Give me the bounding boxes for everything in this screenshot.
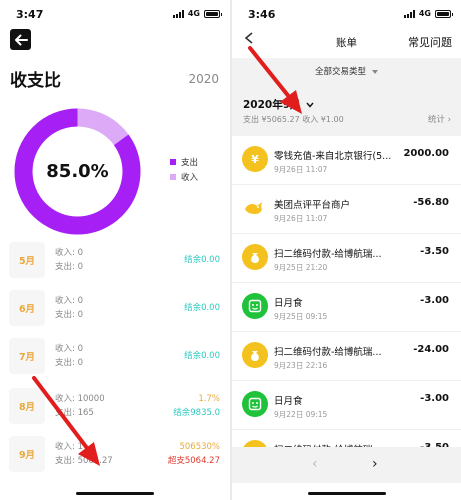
faq-link[interactable]: 常见问题 (408, 34, 452, 50)
status-icons: 4G (403, 9, 453, 18)
transaction-amount: -56.80 (413, 197, 449, 208)
month-expense: 支出: 0 (55, 358, 83, 368)
transaction-row[interactable]: 美团点评平台商户 9月26日 11:07 -56.80 (232, 185, 461, 234)
transaction-date: 9月26日 11:07 (274, 165, 328, 174)
next-page-button[interactable]: › (372, 456, 378, 472)
previous-page-button[interactable]: ‹ (312, 456, 318, 472)
month-balance: 结余0.00 (184, 303, 220, 313)
stats-label: 统计 (427, 115, 445, 125)
signal-icon (172, 9, 184, 18)
status-bar: 3:46 4G (232, 0, 461, 28)
transaction-row[interactable]: 日月食 9月25日 09:15 -3.00 (232, 283, 461, 332)
legend-swatch-expense (170, 158, 176, 165)
home-indicator (76, 492, 154, 495)
arrow-left-icon (14, 34, 28, 45)
bill-screen: 3:46 4G 账单 常见问题 全部交易类型 2020年9月 支出 ¥5065.… (232, 0, 461, 500)
annotation-arrow (32, 376, 100, 466)
month-result: 结余0.00 (184, 294, 220, 322)
month-percentage: 1.7% (198, 394, 220, 404)
year-selector[interactable]: 2020 (188, 72, 219, 86)
transaction-name: 零钱充值-来自北京银行(5... (274, 151, 392, 162)
month-expense: 支出: 0 (55, 310, 83, 320)
wechat-pay-icon (242, 293, 268, 319)
transaction-name: 美团点评平台商户 (274, 200, 351, 211)
transaction-amount: -3.00 (420, 393, 449, 404)
transaction-date: 9月25日 21:20 (274, 263, 328, 272)
month-income: 收入: 0 (55, 296, 83, 306)
month-balance: 结余0.00 (184, 351, 220, 361)
month-totals: 收入: 0 支出: 0 (55, 246, 83, 274)
chart-legend: 支出 收入 (170, 154, 198, 184)
month-totals: 收入: 0 支出: 0 (55, 294, 83, 322)
status-bar: 3:47 4G (0, 0, 230, 28)
stats-link[interactable]: 统计 › (428, 113, 451, 125)
svg-text:¥: ¥ (251, 153, 259, 166)
back-button[interactable] (10, 29, 31, 50)
yen-coin-icon: ¥ (242, 146, 268, 172)
month-expense: 支出: 0 (55, 262, 83, 272)
chevron-right-icon: › (447, 115, 451, 125)
network-label: 4G (418, 9, 431, 18)
transaction-row[interactable]: 日月食 9月22日 09:15 -3.00 (232, 381, 461, 430)
wechat-pay-icon (242, 391, 268, 417)
transaction-row[interactable]: ¥ 零钱充值-来自北京银行(5... 9月26日 11:07 2000.00 (232, 136, 461, 185)
money-bag-icon (242, 244, 268, 270)
legend-item-income: 收入 (170, 169, 198, 184)
status-time: 3:46 (248, 8, 276, 21)
month-result: 1.7% 结余9835.0 (173, 392, 220, 420)
month-row[interactable]: 7月 收入: 0 支出: 0 结余0.00 (9, 336, 221, 376)
month-badge: 5月 (9, 242, 45, 278)
month-badge: 6月 (9, 290, 45, 326)
transaction-amount: -3.00 (420, 295, 449, 306)
transaction-date: 9月25日 09:15 (274, 312, 328, 321)
legend-swatch-income (170, 173, 176, 180)
transaction-date: 9月23日 22:16 (274, 361, 328, 370)
month-balance: 结余9835.0 (173, 408, 220, 418)
status-time: 3:47 (16, 8, 44, 21)
month-balance: 结余0.00 (184, 255, 220, 265)
transaction-date: 9月26日 11:07 (274, 214, 328, 223)
signal-icon (403, 9, 415, 18)
month-income: 收入: 0 (55, 344, 83, 354)
transaction-date: 9月22日 09:15 (274, 410, 328, 419)
status-icons: 4G (172, 9, 222, 18)
network-label: 4G (187, 9, 200, 18)
month-result: 506530% 超支5064.27 (168, 440, 220, 468)
month-income: 收入: 0 (55, 248, 83, 258)
month-badge: 7月 (9, 338, 45, 374)
transaction-amount: -24.00 (413, 344, 449, 355)
transaction-name: 扫二维码付款-给博航瑞... (274, 249, 382, 260)
transaction-row[interactable]: 扫二维码付款-给博航瑞... 9月25日 21:20 -3.50 (232, 234, 461, 283)
transaction-name: 日月食 (274, 298, 303, 309)
money-bag-icon (242, 342, 268, 368)
page-title: 收支比 (10, 71, 61, 91)
income-expense-screen: 3:47 4G 收支比 2020 85.0% 支出 收入 5月 收入: 0 支出… (0, 0, 230, 500)
month-totals: 收入: 0 支出: 0 (55, 342, 83, 370)
pager-bar: ‹ › (232, 447, 461, 483)
month-result: 结余0.00 (184, 246, 220, 274)
month-row[interactable]: 5月 收入: 0 支出: 0 结余0.00 (9, 240, 221, 280)
battery-icon (435, 9, 453, 18)
month-result: 结余0.00 (184, 342, 220, 370)
month-percentage: 506530% (179, 442, 220, 452)
transaction-row[interactable]: 扫二维码付款-给博航瑞... 9月23日 22:16 -24.00 (232, 332, 461, 381)
annotation-arrow (248, 46, 302, 114)
transaction-name: 日月食 (274, 396, 303, 407)
transaction-amount: 2000.00 (403, 148, 449, 159)
caret-down-icon (372, 69, 378, 74)
transaction-name: 扫二维码付款-给博航瑞... (274, 347, 382, 358)
home-indicator (308, 492, 386, 495)
legend-item-expense: 支出 (170, 154, 198, 169)
month-row[interactable]: 6月 收入: 0 支出: 0 结余0.00 (9, 288, 221, 328)
ratio-label: 85.0% (46, 161, 109, 182)
meituan-bird-icon (242, 195, 268, 221)
transaction-amount: -3.50 (420, 246, 449, 257)
month-overspend: 超支5064.27 (167, 456, 220, 466)
battery-icon (204, 9, 222, 18)
legend-label-expense: 支出 (181, 157, 199, 168)
legend-label-income: 收入 (181, 172, 199, 183)
